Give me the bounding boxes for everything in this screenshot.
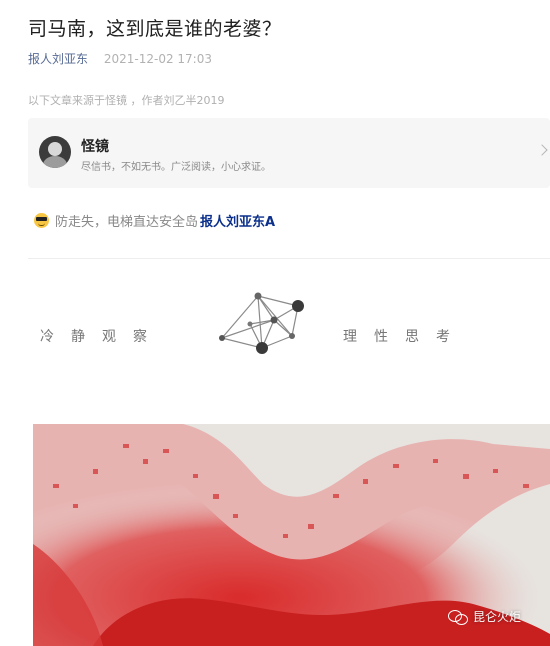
article-meta: 报人刘亚东 2021-12-02 17:03 bbox=[28, 50, 212, 67]
image-watermark: 昆仑火炬 bbox=[448, 608, 521, 625]
profile-avatar bbox=[39, 136, 71, 168]
source-note: 以下文章来源于怪镜 ，作者刘乙半2019 bbox=[28, 94, 225, 107]
account-description: 尽信书，不如无书。广泛阅读，小心求证。 bbox=[81, 162, 271, 173]
promo-account-link[interactable]: 报人刘亚东A bbox=[200, 211, 275, 230]
author-link[interactable]: 报人刘亚东 bbox=[28, 52, 88, 66]
promo-line: 防走失，电梯直达安全岛 报人刘亚东A bbox=[34, 211, 275, 230]
chevron-right-icon bbox=[536, 144, 548, 156]
network-nodes-icon bbox=[219, 292, 304, 354]
motto-right: 理性思考 bbox=[343, 329, 467, 345]
wechat-icon bbox=[448, 609, 468, 625]
watermark-text: 昆仑火炬 bbox=[473, 610, 522, 624]
motto-left: 冷静观察 bbox=[40, 329, 164, 345]
sunglasses-emoji-icon bbox=[34, 213, 49, 228]
publish-date: 2021-12-02 17:03 bbox=[103, 52, 212, 66]
source-account-card[interactable]: 怪镜 尽信书，不如无书。广泛阅读，小心求证。 bbox=[28, 118, 550, 188]
account-name: 怪镜 bbox=[81, 139, 109, 155]
promo-text: 防走失，电梯直达安全岛 bbox=[55, 215, 199, 230]
divider bbox=[28, 258, 550, 259]
article-title: 司马南，这到底是谁的老婆？ bbox=[28, 18, 282, 40]
